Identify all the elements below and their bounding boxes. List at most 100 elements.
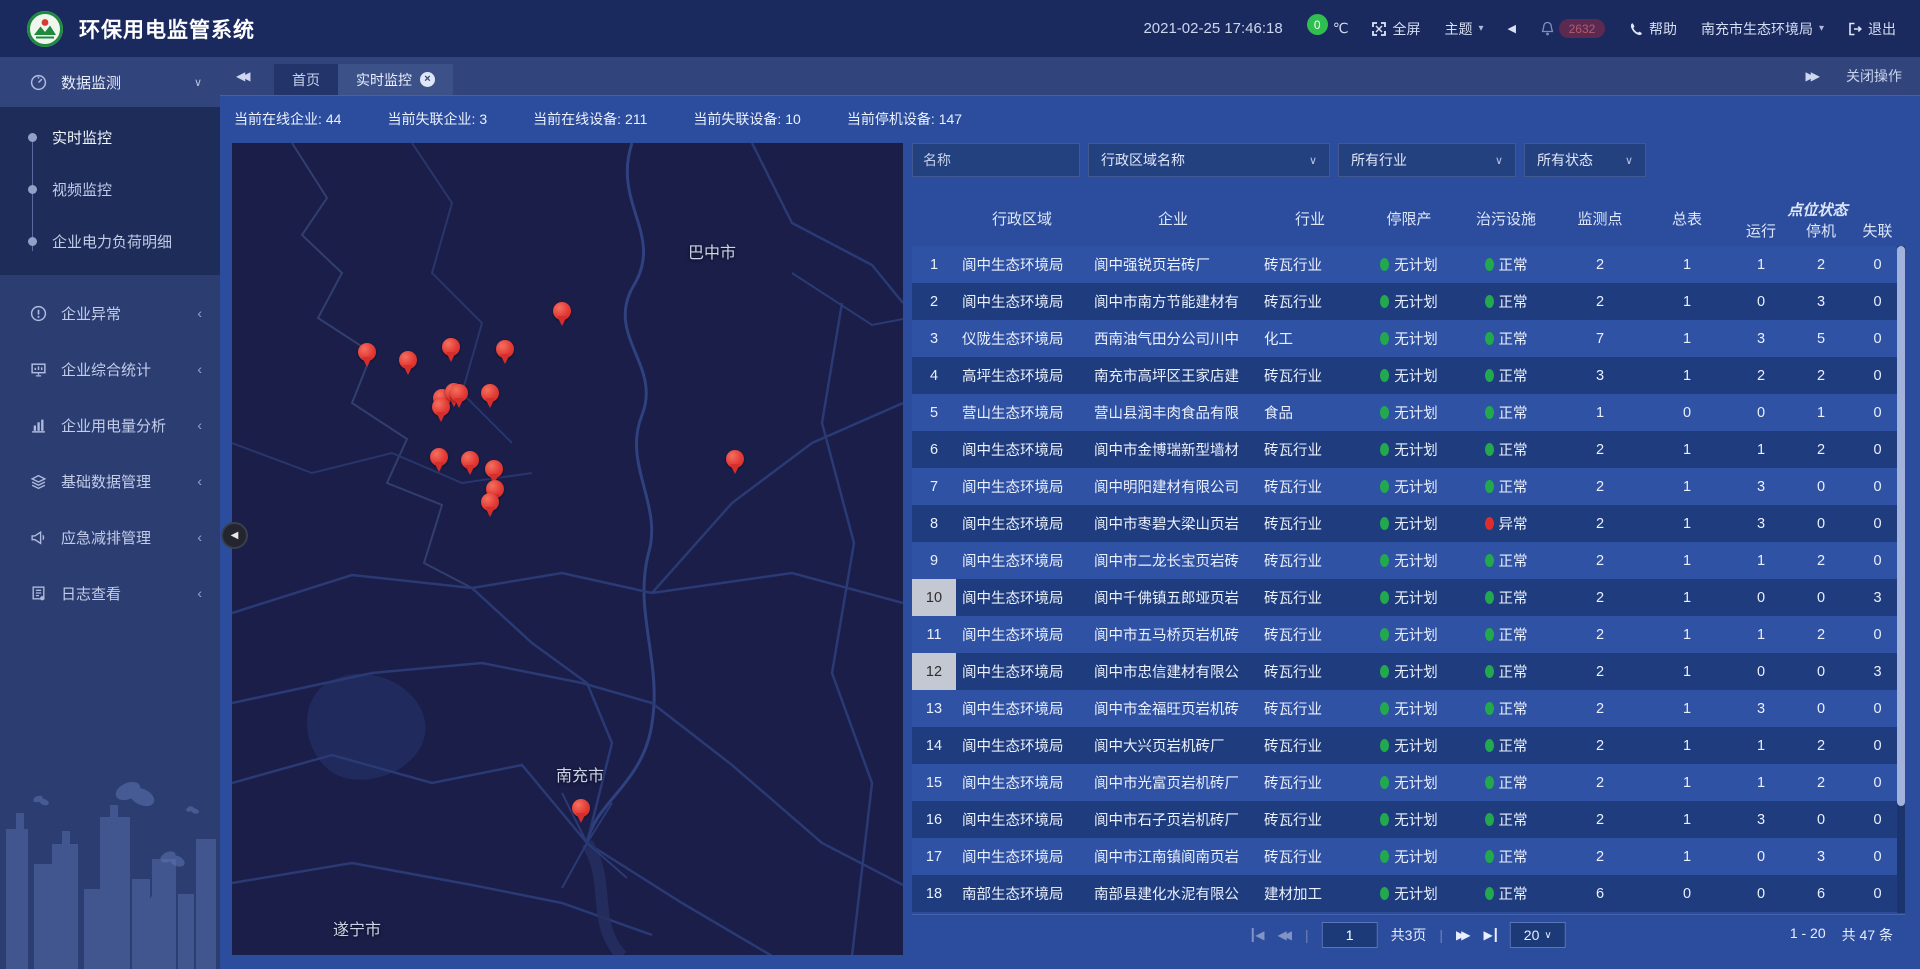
cell-meter: 1 bbox=[1644, 431, 1730, 468]
map-marker-pin[interactable] bbox=[357, 343, 377, 370]
status-dot-icon bbox=[1380, 665, 1389, 678]
table-row[interactable]: 14阆中生态环境局阆中大兴页岩机砖厂砖瓦行业无计划正常21120 bbox=[912, 727, 1905, 764]
fullscreen-button[interactable]: 全屏 bbox=[1372, 19, 1420, 39]
table-row[interactable]: 11阆中生态环境局阆中市五马桥页岩机砖砖瓦行业无计划正常21120 bbox=[912, 616, 1905, 653]
cell-enterprise: 阆中市金博瑞新型墙材 bbox=[1088, 431, 1258, 468]
cell-index: 6 bbox=[912, 431, 956, 468]
cell-points: 2 bbox=[1556, 690, 1644, 727]
map-collapse-handle[interactable]: ◀ bbox=[221, 522, 248, 549]
industry-select[interactable]: 所有行业 ∨ bbox=[1338, 143, 1516, 177]
prev-page-button[interactable]: ◀◀ bbox=[1277, 928, 1291, 942]
status-select[interactable]: 所有状态 ∨ bbox=[1524, 143, 1646, 177]
sidebar-item-emergency-reduction[interactable]: 应急减排管理 ‹ bbox=[0, 509, 220, 565]
tab-label: 首页 bbox=[292, 70, 320, 90]
filter-row: 行政区域名称 ∨ 所有行业 ∨ 所有状态 ∨ bbox=[912, 143, 1905, 177]
status-dot-icon bbox=[1380, 628, 1389, 641]
table-scrollbar[interactable] bbox=[1897, 246, 1905, 913]
tab-home[interactable]: 首页 bbox=[274, 64, 338, 95]
notifications-button[interactable]: 2632 bbox=[1540, 19, 1605, 38]
page-size-select[interactable]: 20 ∨ bbox=[1510, 922, 1566, 948]
sidebar-item-power-load-detail[interactable]: 企业电力负荷明细 bbox=[0, 215, 220, 267]
map-marker-pin[interactable] bbox=[441, 338, 461, 365]
sidebar-item-video-monitoring[interactable]: 视频监控 bbox=[0, 163, 220, 215]
table-row[interactable]: 1阆中生态环境局阆中强锐页岩砖厂砖瓦行业无计划正常21120 bbox=[912, 246, 1905, 283]
table-row[interactable]: 9阆中生态环境局阆中市二龙长宝页岩砖砖瓦行业无计划正常21120 bbox=[912, 542, 1905, 579]
map-marker-pin[interactable] bbox=[552, 302, 572, 329]
table-row[interactable]: 5营山生态环境局营山县润丰肉食品有限食品无计划正常10010 bbox=[912, 394, 1905, 431]
status-dot-icon bbox=[1380, 369, 1389, 382]
cell-halt: 0 bbox=[1792, 468, 1850, 505]
first-page-button[interactable]: ◀ bbox=[1251, 928, 1264, 942]
cell-index: 14 bbox=[912, 727, 956, 764]
sidebar-item-base-data-management[interactable]: 基础数据管理 ‹ bbox=[0, 453, 220, 509]
map-marker-pin[interactable] bbox=[449, 384, 469, 411]
table-row[interactable]: 4高坪生态环境局南充市高坪区王家店建砖瓦行业无计划正常31220 bbox=[912, 357, 1905, 394]
page-number-input[interactable] bbox=[1322, 922, 1378, 948]
alert-circle-icon bbox=[30, 305, 47, 322]
map-marker-pin[interactable] bbox=[480, 384, 500, 411]
sidebar-item-electricity-analysis[interactable]: 企业用电量分析 ‹ bbox=[0, 397, 220, 453]
sidebar-item-enterprise-anomaly[interactable]: 企业异常 ‹ bbox=[0, 285, 220, 341]
speaker-button[interactable]: ◀ bbox=[1508, 22, 1516, 35]
table-row[interactable]: 8阆中生态环境局阆中市枣碧大梁山页岩砖瓦行业无计划异常21300 bbox=[912, 505, 1905, 542]
map-city-label: 遂宁市 bbox=[333, 916, 381, 940]
region-select[interactable]: 行政区域名称 ∨ bbox=[1088, 143, 1330, 177]
tab-scroll-left-button[interactable]: ◀◀ bbox=[236, 57, 246, 95]
cell-stop-status: 无计划 bbox=[1362, 579, 1456, 616]
pin-head-icon bbox=[572, 799, 590, 817]
map-marker-pin[interactable] bbox=[460, 451, 480, 478]
table-row[interactable]: 17阆中生态环境局阆中市江南镇阆南页岩砖瓦行业无计划正常21030 bbox=[912, 838, 1905, 875]
map-canvas[interactable]: 巴中市南充市遂宁市 bbox=[232, 143, 903, 955]
next-page-button[interactable]: ▶▶ bbox=[1456, 928, 1470, 942]
table-row[interactable]: 6阆中生态环境局阆中市金博瑞新型墙材砖瓦行业无计划正常21120 bbox=[912, 431, 1905, 468]
table-row[interactable]: 15阆中生态环境局阆中市光富页岩机砖厂砖瓦行业无计划正常21120 bbox=[912, 764, 1905, 801]
map-marker-pin[interactable] bbox=[495, 340, 515, 367]
close-operations-button[interactable]: 关闭操作 bbox=[1846, 66, 1902, 86]
cell-enterprise: 阆中大兴页岩机砖厂 bbox=[1088, 727, 1258, 764]
name-search-input[interactable] bbox=[912, 143, 1080, 177]
pin-head-icon bbox=[496, 340, 514, 358]
scrollbar-thumb[interactable] bbox=[1897, 246, 1905, 806]
org-dropdown[interactable]: 南充市生态环境局 ▾ bbox=[1701, 19, 1824, 39]
table-row[interactable]: 3仪陇生态环境局西南油气田分公司川中化工无计划正常71350 bbox=[912, 320, 1905, 357]
sidebar-item-enterprise-statistics[interactable]: 企业综合统计 ‹ bbox=[0, 341, 220, 397]
cell-enterprise: 营山县润丰肉食品有限 bbox=[1088, 394, 1258, 431]
log-document-icon bbox=[30, 585, 47, 602]
table-row[interactable]: 7阆中生态环境局阆中明阳建材有限公司砖瓦行业无计划正常21300 bbox=[912, 468, 1905, 505]
sidebar-item-label: 企业用电量分析 bbox=[61, 415, 166, 436]
cell-enterprise: 阆中市石子页岩机砖厂 bbox=[1088, 801, 1258, 838]
exit-button[interactable]: 退出 bbox=[1848, 19, 1896, 39]
col-header-stop: 停限产 bbox=[1362, 191, 1456, 246]
table-row[interactable]: 13阆中生态环境局阆中市金福旺页岩机砖砖瓦行业无计划正常21300 bbox=[912, 690, 1905, 727]
sidebar-item-realtime-monitoring[interactable]: 实时监控 bbox=[0, 111, 220, 163]
sidebar-section-data-monitoring[interactable]: 数据监测 ∨ bbox=[0, 57, 220, 107]
theme-dropdown[interactable]: 主题 ▾ bbox=[1444, 19, 1483, 39]
sidebar-item-log-view[interactable]: 日志查看 ‹ bbox=[0, 565, 220, 621]
cell-halt: 3 bbox=[1792, 838, 1850, 875]
map-marker-pin[interactable] bbox=[429, 448, 449, 475]
table-row[interactable]: 10阆中生态环境局阆中千佛镇五郎垭页岩砖瓦行业无计划正常21003 bbox=[912, 579, 1905, 616]
last-page-button[interactable]: ▶ bbox=[1484, 928, 1497, 942]
help-button[interactable]: 帮助 bbox=[1629, 19, 1677, 39]
map-marker-pin[interactable] bbox=[480, 493, 500, 520]
table-row[interactable]: 18南部生态环境局南部县建化水泥有限公建材加工无计划正常60060 bbox=[912, 875, 1905, 912]
cell-enterprise: 阆中市南方节能建材有 bbox=[1088, 283, 1258, 320]
map-marker-pin[interactable] bbox=[398, 351, 418, 378]
cell-halt: 2 bbox=[1792, 246, 1850, 283]
tab-scroll-right-button[interactable]: ▶▶ bbox=[1806, 57, 1816, 95]
record-total-label: 共 47 条 bbox=[1842, 925, 1893, 945]
map-marker-pin[interactable] bbox=[571, 799, 591, 826]
sidebar-item-label: 企业综合统计 bbox=[61, 359, 151, 380]
map-marker-pin[interactable] bbox=[725, 450, 745, 477]
datetime-label: 2021-02-25 17:46:18 bbox=[1143, 20, 1282, 37]
col-header-index bbox=[912, 191, 956, 246]
app-logo-icon bbox=[26, 10, 64, 48]
tab-realtime-monitoring[interactable]: 实时监控 × bbox=[338, 64, 453, 95]
table-row[interactable]: 2阆中生态环境局阆中市南方节能建材有砖瓦行业无计划正常21030 bbox=[912, 283, 1905, 320]
cell-enterprise: 阆中市五马桥页岩机砖 bbox=[1088, 616, 1258, 653]
table-row[interactable]: 16阆中生态环境局阆中市石子页岩机砖厂砖瓦行业无计划正常21300 bbox=[912, 801, 1905, 838]
map-marker-pin[interactable] bbox=[431, 398, 451, 425]
table-row[interactable]: 12阆中生态环境局阆中市忠信建材有限公砖瓦行业无计划正常21003 bbox=[912, 653, 1905, 690]
tab-close-icon[interactable]: × bbox=[420, 72, 435, 87]
cell-industry: 食品 bbox=[1258, 394, 1362, 431]
